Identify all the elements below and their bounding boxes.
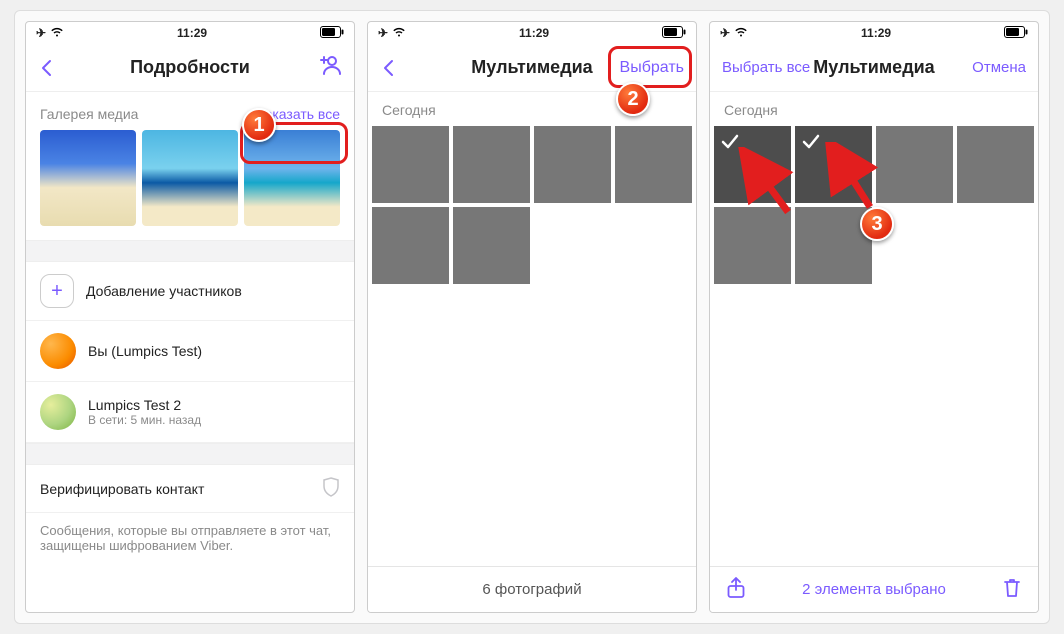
media-tile[interactable] [534, 126, 611, 203]
screen-multimedia: ✈︎ 11:29 Мультимедиа Выбрать Сегодня [367, 21, 697, 613]
select-button[interactable]: Выбрать [620, 59, 684, 77]
plus-icon: + [40, 274, 74, 308]
nav-bar: Выбрать все Мультимедиа Отмена [710, 44, 1038, 92]
nav-bar: Подробности [26, 44, 354, 92]
page-title: Мультимедиа [471, 57, 592, 78]
wifi-icon [50, 26, 64, 40]
date-section-header: Сегодня [368, 92, 696, 126]
avatar [40, 333, 76, 369]
media-tile[interactable] [795, 207, 872, 284]
add-contact-button[interactable] [292, 54, 342, 81]
media-thumb[interactable] [244, 130, 340, 226]
battery-icon [320, 26, 344, 41]
media-tile[interactable] [372, 126, 449, 203]
media-gallery-header: Галерея медиа Показать все [26, 92, 354, 130]
media-thumb[interactable] [40, 130, 136, 226]
footer-count: 6 фотографий [368, 566, 696, 612]
media-thumb[interactable] [142, 130, 238, 226]
encryption-note: Сообщения, которые вы отправляете в этот… [26, 513, 354, 571]
trash-button[interactable] [1002, 577, 1022, 603]
status-bar: ✈︎ 11:29 [368, 22, 696, 44]
verify-contact-row[interactable]: Верифицировать контакт [26, 465, 354, 513]
media-tile[interactable] [453, 207, 530, 284]
add-members-label: Добавление участников [86, 283, 242, 299]
media-tile-selected[interactable] [714, 126, 791, 203]
verify-label: Верифицировать контакт [40, 481, 204, 497]
wifi-icon [734, 26, 748, 40]
member-status: В сети: 5 мин. назад [88, 413, 201, 427]
airplane-icon: ✈︎ [378, 26, 388, 40]
status-time: 11:29 [861, 26, 891, 40]
airplane-icon: ✈︎ [720, 26, 730, 40]
battery-icon [1004, 26, 1028, 41]
page-title: Мультимедиа [813, 57, 934, 78]
media-tile-selected[interactable] [795, 126, 872, 203]
checkmark-icon [801, 132, 821, 152]
media-tile[interactable] [957, 126, 1034, 203]
date-label: Сегодня [724, 102, 778, 118]
status-bar: ✈︎ 11:29 [26, 22, 354, 44]
member-row-self[interactable]: Вы (Lumpics Test) [26, 321, 354, 382]
status-bar: ✈︎ 11:29 [710, 22, 1038, 44]
nav-bar: Мультимедиа Выбрать [368, 44, 696, 92]
checkmark-icon [720, 132, 740, 152]
media-tile[interactable] [453, 126, 530, 203]
member-row[interactable]: Lumpics Test 2 В сети: 5 мин. назад [26, 382, 354, 443]
section-divider [26, 240, 354, 262]
media-grid [710, 126, 1038, 288]
airplane-icon: ✈︎ [36, 26, 46, 40]
screen-multimedia-select: ✈︎ 11:29 Выбрать все Мультимедиа Отмена … [709, 21, 1039, 613]
add-members-row[interactable]: + Добавление участников [26, 262, 354, 321]
avatar [40, 394, 76, 430]
media-gallery-label: Галерея медиа [40, 106, 138, 122]
status-time: 11:29 [177, 26, 207, 40]
share-button[interactable] [726, 577, 746, 603]
cancel-button[interactable]: Отмена [972, 59, 1026, 76]
shield-icon [322, 477, 340, 500]
date-label: Сегодня [382, 102, 436, 118]
date-section-header: Сегодня [710, 92, 1038, 126]
wifi-icon [392, 26, 406, 40]
media-tile[interactable] [876, 126, 953, 203]
select-all-button[interactable]: Выбрать все [722, 59, 810, 76]
media-tile[interactable] [615, 126, 692, 203]
media-tile[interactable] [714, 207, 791, 284]
back-button[interactable] [38, 58, 88, 78]
section-divider [26, 443, 354, 465]
show-all-link[interactable]: Показать все [255, 106, 340, 122]
member-name: Lumpics Test 2 [88, 397, 201, 413]
back-button[interactable] [380, 58, 430, 78]
media-grid [368, 126, 696, 288]
battery-icon [662, 26, 686, 41]
media-thumbs-row [26, 130, 354, 240]
page-title: Подробности [130, 57, 250, 78]
member-self-label: Вы (Lumpics Test) [88, 343, 202, 359]
selection-footer: 2 элемента выбрано [710, 566, 1038, 612]
media-tile[interactable] [372, 207, 449, 284]
screen-details: ✈︎ 11:29 Подробности Галерея медиа [25, 21, 355, 613]
selection-count: 2 элемента выбрано [802, 581, 946, 598]
status-time: 11:29 [519, 26, 549, 40]
